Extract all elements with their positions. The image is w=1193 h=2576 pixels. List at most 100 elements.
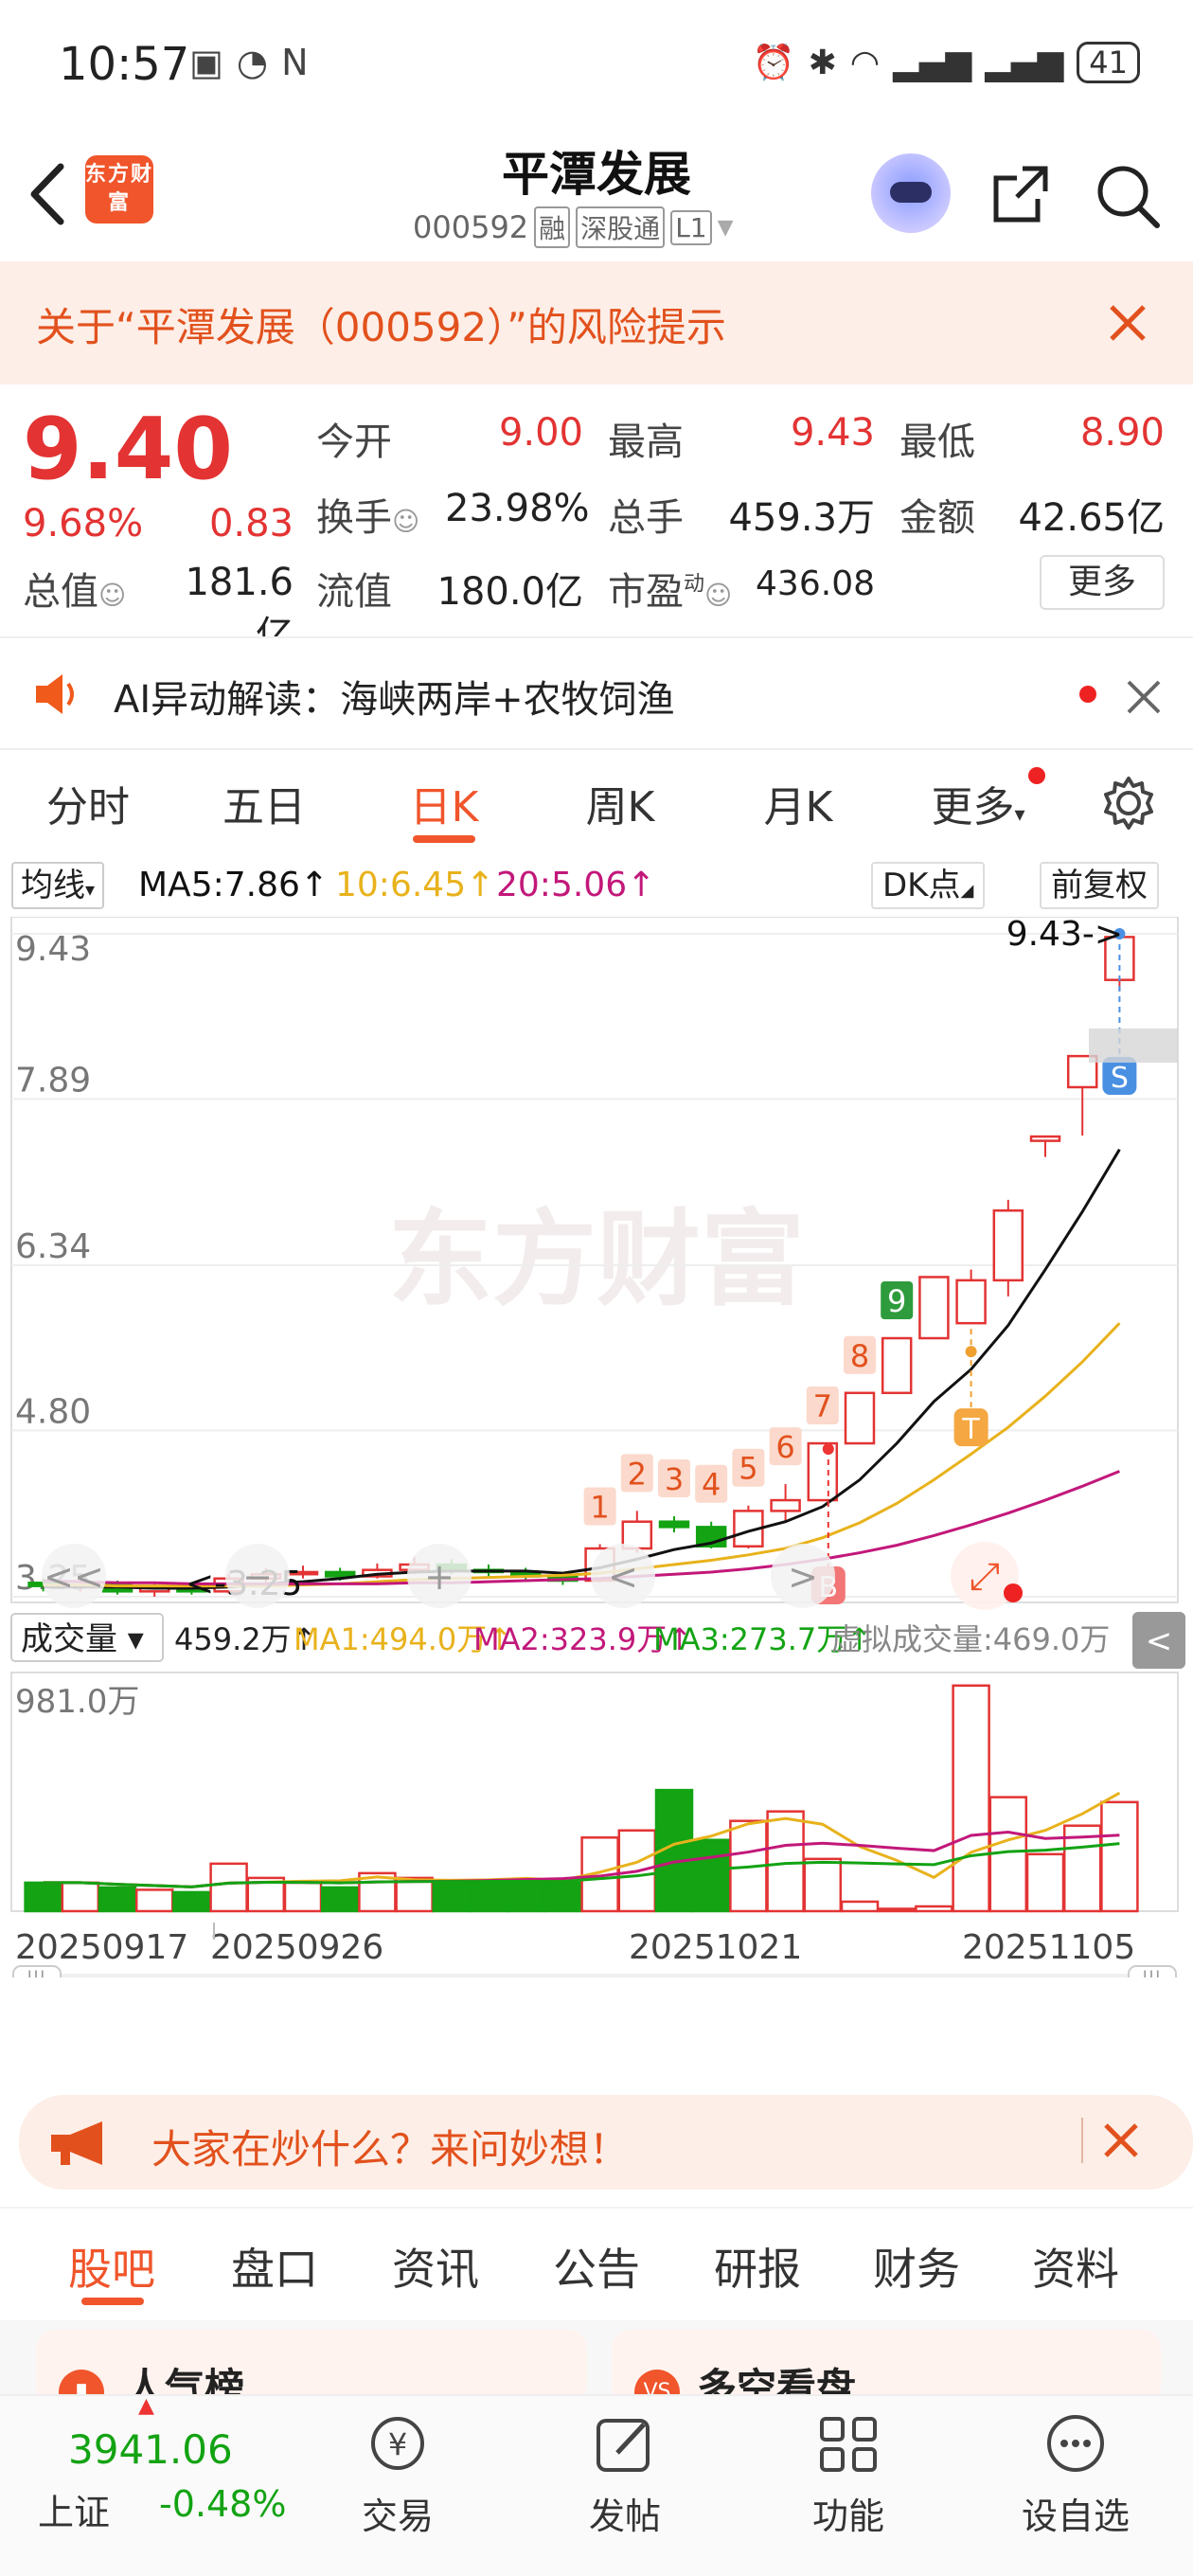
stock-header: 东方财富 平潭发展 000592 融 深股通 L1 ▼ — [0, 133, 1193, 261]
svg-text:¥: ¥ — [388, 2426, 407, 2462]
mktcap-label: 总值☺ — [23, 570, 127, 614]
info-icon[interactable]: ☺ — [98, 580, 126, 611]
signal-icon: ▂▄▆ — [893, 43, 972, 82]
tab-research[interactable]: 研报 — [691, 2235, 824, 2298]
tab-weekly-k[interactable]: 周K — [551, 773, 689, 833]
close-icon[interactable] — [1123, 676, 1165, 718]
candle-body — [844, 1391, 876, 1445]
price-axis-label: 6.34 — [15, 1227, 91, 1266]
index-name[interactable]: 上证 — [38, 2483, 110, 2535]
volume-bar — [506, 1879, 545, 1913]
ask-promo-banner[interactable]: 大家在炒什么？来问妙想！ — [19, 2095, 1193, 2190]
tab-minute[interactable]: 分时 — [19, 773, 157, 833]
index-change[interactable]: -0.48% — [159, 2483, 286, 2525]
chevron-left-icon: < — [1146, 1622, 1173, 1660]
dk-point-button[interactable]: DK点◢ — [871, 862, 986, 909]
ma20-value: 20:5.06↑ — [496, 866, 656, 904]
search-icon[interactable] — [1093, 161, 1165, 233]
date-axis-label: 20251105 — [962, 1928, 1135, 1967]
ma10-value: 10:6.45↑ — [335, 866, 495, 904]
promo-text[interactable]: 大家在炒什么？来问妙想！ — [151, 2118, 629, 2175]
volume-bar — [283, 1881, 323, 1913]
risk-warning-text[interactable]: 关于“平潭发展（000592）”的风险提示 — [36, 295, 726, 353]
nav-post[interactable]: 发帖 — [549, 2411, 701, 2539]
assistant-robot-icon[interactable] — [871, 153, 951, 233]
candle-body — [1029, 1135, 1061, 1142]
stock-code: 000592 — [413, 209, 529, 245]
info-icon[interactable]: ☺ — [704, 580, 732, 611]
ai-insight-bar[interactable]: AI异动解读：海峡两岸+农牧饲渔 — [0, 636, 1193, 750]
volume-bar — [543, 1881, 582, 1913]
chart-control-glyph: << — [44, 1556, 104, 1598]
handle-grip-icon: ||| — [27, 1967, 45, 1977]
unread-dot — [1079, 686, 1096, 703]
low-label: 最低 — [899, 420, 975, 464]
amount-label: 金额 — [899, 496, 975, 540]
price-axis-label: 7.89 — [15, 1061, 91, 1100]
candlestick-chart[interactable]: 东方财富9.437.896.344.803.25123456789BTS9.43… — [0, 917, 1193, 1977]
tab-forum[interactable]: 股吧 — [45, 2235, 178, 2298]
high-value: 9.43 — [790, 411, 875, 455]
tab-daily-k[interactable]: 日K — [375, 773, 513, 833]
tab-news[interactable]: 资讯 — [369, 2235, 502, 2298]
index-value[interactable]: 3941.06 — [68, 2426, 233, 2473]
tab-order-book[interactable]: 盘口 — [208, 2235, 341, 2298]
speaker-icon — [36, 674, 74, 714]
stock-subinfo: 000592 融 深股通 L1 ▼ — [413, 206, 734, 248]
signal-number: 7 — [813, 1388, 832, 1424]
chevron-down-icon[interactable]: ▼ — [718, 216, 734, 240]
nav-custom-watchlist[interactable]: 设自选 — [1000, 2411, 1151, 2539]
volume-bar — [172, 1890, 211, 1913]
date-axis-label: 20251021 — [629, 1928, 802, 1967]
speed-icon: ◔ — [236, 42, 269, 83]
candle-body — [324, 1570, 356, 1578]
tab-monthly-k[interactable]: 月K — [729, 773, 867, 833]
volume-bar — [766, 1810, 805, 1913]
tab-financials[interactable]: 财务 — [850, 2235, 983, 2298]
tab-profile[interactable]: 资料 — [1009, 2235, 1142, 2298]
corner-triangle-icon: ◢ — [960, 881, 974, 901]
ai-insight-text[interactable]: AI异动解读：海峡两岸+农牧饲渔 — [114, 669, 675, 724]
ma-selector[interactable]: 均线▾ — [11, 862, 105, 909]
tab-active-indicator — [81, 2298, 144, 2305]
tab-more[interactable]: 更多▾ — [909, 773, 1047, 833]
gear-icon[interactable] — [1100, 775, 1157, 832]
volume-bar — [209, 1862, 248, 1913]
volume-bar — [432, 1879, 472, 1913]
chart-control-glyph: > — [788, 1556, 818, 1598]
candle-body — [658, 1520, 690, 1529]
info-icon[interactable]: ☺ — [392, 506, 419, 537]
signal2-icon: ▂▄▆ — [985, 43, 1064, 82]
adjust-button[interactable]: 前复权 — [1040, 862, 1159, 909]
open-label: 今开 — [316, 420, 392, 464]
change-amount: 0.83 — [208, 502, 294, 546]
turnover-value: 23.98% — [445, 487, 590, 530]
nav-trade[interactable]: ¥ 交易 — [322, 2411, 473, 2539]
date-axis-label: 20250917 — [15, 1928, 188, 1967]
nav-functions-label: 功能 — [811, 2496, 884, 2537]
risk-warning-banner[interactable]: 关于“平潭发展（000592）”的风险提示 — [0, 261, 1193, 385]
signal-sell-label: S — [1111, 1062, 1129, 1095]
tab-announcements[interactable]: 公告 — [530, 2235, 663, 2298]
tab-five-day[interactable]: 五日 — [195, 773, 333, 833]
period-tabs: 分时 五日 日K 周K 月K 更多▾ — [0, 750, 1193, 854]
volume-bar — [24, 1881, 62, 1913]
signal-number: 5 — [739, 1451, 757, 1487]
signal-number: 3 — [665, 1461, 684, 1497]
close-icon[interactable] — [1104, 299, 1151, 347]
edit-icon — [596, 2419, 650, 2472]
apps-grid-icon — [820, 2417, 877, 2472]
signal-number: 9 — [887, 1283, 906, 1319]
tag-level: L1 — [670, 209, 712, 245]
more-button[interactable]: 更多 — [1040, 555, 1165, 610]
current-price: 9.40 — [23, 400, 234, 499]
close-icon[interactable] — [1100, 2120, 1142, 2161]
status-time: 10:57 — [59, 38, 190, 91]
signal-number: 1 — [590, 1489, 609, 1525]
share-icon[interactable] — [988, 161, 1055, 227]
volume-bar — [691, 1838, 731, 1913]
nav-functions[interactable]: 功能 — [773, 2411, 924, 2539]
signal-number: 8 — [850, 1338, 869, 1374]
turnover-label: 换手☺ — [316, 496, 420, 540]
price-highlight-box — [1089, 1029, 1178, 1064]
